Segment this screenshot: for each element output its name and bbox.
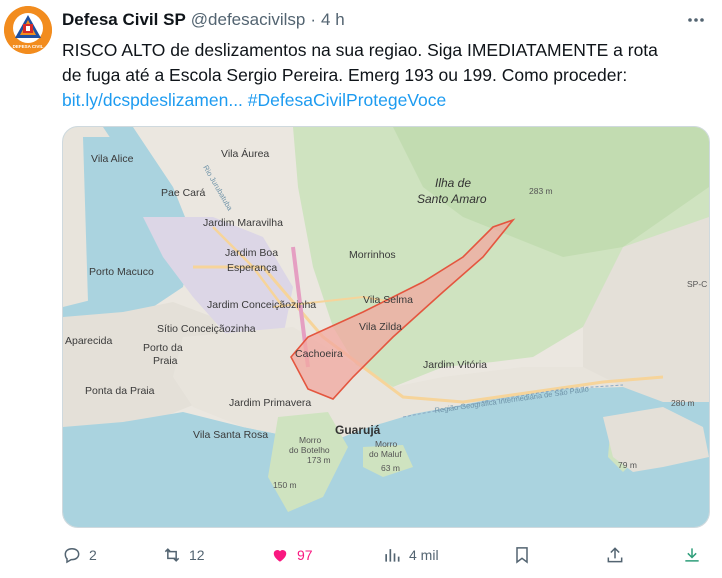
map-label-vila-zilda: Vila Zilda (359, 321, 402, 333)
map-label-sitio-conceicaozinha: Sítio Conceiçãozinha (157, 323, 256, 335)
map-label-cachoeira: Cachoeira (295, 348, 343, 360)
defesa-civil-logo-icon: DEFESA CIVIL (4, 6, 52, 54)
map-label-jardim-maravilha: Jardim Maravilha (203, 217, 283, 229)
download-icon (685, 548, 699, 562)
avatar[interactable]: DEFESA CIVIL (4, 6, 52, 54)
map-label-jardim-boa: Jardim Boa (225, 247, 278, 259)
reply-button[interactable]: 2 (62, 538, 97, 572)
map-label-porto-da: Porto da (143, 342, 183, 354)
map-label-79m: 79 m (618, 460, 637, 470)
map-label-jardim-primavera: Jardim Primavera (229, 397, 311, 409)
separator-dot: · (310, 10, 317, 29)
map-label-sp-road: SP-C (687, 279, 707, 289)
map-label-jardim-conceicaozinha: Jardim Conceiçãozinha (207, 299, 316, 311)
author-handle[interactable]: @defesacivilsp (191, 10, 306, 30)
map-label-esperanca: Esperança (227, 262, 277, 274)
map-label-morrinhos: Morrinhos (349, 249, 396, 261)
map-label-283m: 283 m (529, 186, 553, 196)
like-button[interactable]: 97 (270, 538, 313, 572)
map-label-150m: 150 m (273, 480, 297, 490)
map-label-pae-cara: Pae Cará (161, 187, 206, 199)
map-label-porto-macuco: Porto Macuco (89, 266, 154, 278)
views-button[interactable]: 4 mil (382, 538, 439, 572)
map-label-guaruja: Guarujá (335, 423, 381, 437)
map-label-jardim-vitoria: Jardim Vitória (423, 359, 487, 371)
share-icon (607, 547, 623, 563)
reply-icon (64, 547, 80, 564)
map-label-vila-selma: Vila Selma (363, 294, 413, 306)
tweet-link[interactable]: bit.ly/dcspdeslizamen... (62, 90, 243, 110)
map-label-morro-botelho-1: Morro (299, 435, 321, 445)
retweet-icon (164, 548, 180, 562)
tweet-text-line-2: de fuga até a Escola Sergio Pereira. Eme… (62, 65, 628, 85)
tweet-text-line-1: RISCO ALTO de deslizamentos na sua regia… (62, 40, 658, 60)
map-label-vila-alice: Vila Alice (91, 153, 134, 165)
map-label-vila-santa-rosa: Vila Santa Rosa (193, 429, 268, 441)
timestamp[interactable]: 4 h (321, 10, 345, 30)
map-label-aparecida: Aparecida (65, 335, 112, 347)
author-name[interactable]: Defesa Civil SP (62, 10, 186, 30)
reply-count: 2 (89, 547, 97, 563)
map-label-ilha-de: Ilha de (435, 176, 471, 190)
map-label-morro-maluf-2: do Maluf (369, 449, 402, 459)
tweet-header: Defesa Civil SP @defesacivilsp · 4 h (62, 8, 710, 32)
retweet-count: 12 (189, 547, 205, 563)
like-count: 97 (297, 547, 313, 563)
map-label-173m: 173 m (307, 455, 331, 465)
retweet-button[interactable]: 12 (162, 538, 205, 572)
avatar-label: DEFESA CIVIL (13, 44, 44, 49)
action-bar: 2 12 97 4 mil (62, 538, 712, 572)
share-button[interactable] (605, 538, 625, 572)
views-count: 4 mil (409, 547, 439, 563)
map-image[interactable]: Vila Áurea Vila Alice Pae Cará Jardim Ma… (62, 126, 710, 528)
map-label-praia: Praia (153, 355, 178, 367)
more-options-button[interactable] (682, 8, 710, 32)
heart-icon (273, 550, 287, 562)
map-label-morro-botelho-2: do Botelho (289, 445, 330, 455)
bookmark-button[interactable] (512, 538, 532, 572)
download-button[interactable] (682, 538, 702, 572)
map-label-63m: 63 m (381, 463, 400, 473)
tweet-text-line-3: bit.ly/dcspdeslizamen... #DefesaCivilPro… (62, 88, 712, 113)
more-icon (688, 18, 704, 22)
views-icon (385, 549, 400, 562)
tweet-text: RISCO ALTO de deslizamentos na sua regia… (62, 38, 712, 113)
map-label-vila-aurea: Vila Áurea (221, 147, 269, 160)
map-graphic: Vila Áurea Vila Alice Pae Cará Jardim Ma… (63, 127, 709, 527)
bookmark-icon (516, 547, 528, 564)
map-label-morro-maluf-1: Morro (375, 439, 397, 449)
tweet-hashtag[interactable]: #DefesaCivilProtegeVoce (248, 90, 446, 110)
map-label-ponta-da-praia: Ponta da Praia (85, 385, 155, 397)
map-label-280m: 280 m (671, 398, 695, 408)
map-label-santo-amaro: Santo Amaro (417, 192, 487, 206)
